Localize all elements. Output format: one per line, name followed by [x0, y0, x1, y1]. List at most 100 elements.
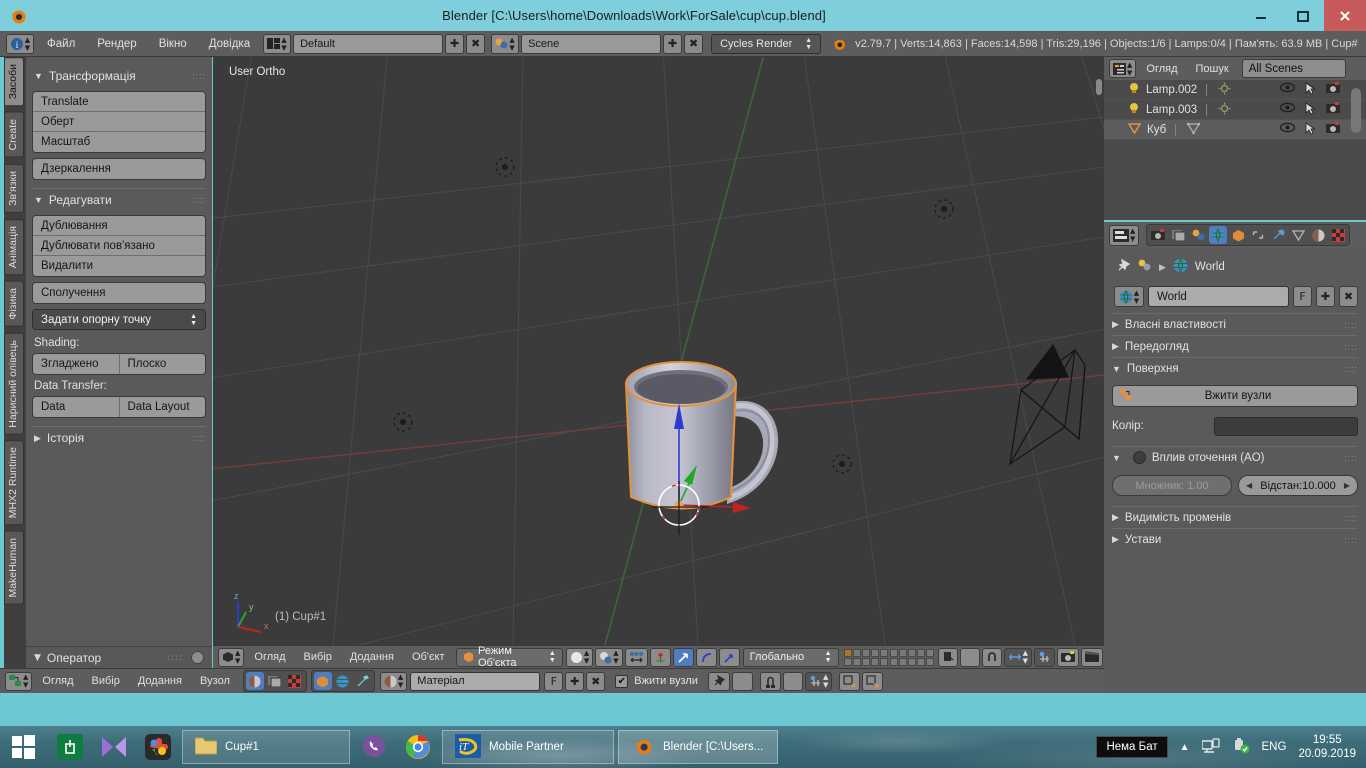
taskbar-item-cup[interactable]: Cup#1	[182, 730, 350, 764]
delete-layout-button[interactable]: ✖	[466, 33, 486, 54]
proportional-edit-icon[interactable]	[959, 647, 980, 667]
unlink-material-button[interactable]: ✖	[586, 671, 606, 691]
ao-enable-checkbox[interactable]	[1132, 451, 1146, 464]
language-indicator[interactable]: ENG	[1262, 741, 1287, 753]
visibility-eye-icon[interactable]	[1279, 122, 1296, 138]
puzzle-app-icon[interactable]	[136, 726, 180, 768]
menu-help[interactable]: Довідка	[198, 34, 261, 54]
world-name-field[interactable]: World	[1148, 286, 1289, 307]
scene-icon[interactable]	[1138, 259, 1152, 275]
scene-properties-tab-icon[interactable]	[1189, 226, 1207, 244]
unlink-world-button[interactable]: ✖	[1339, 286, 1358, 307]
fake-user-button[interactable]: F	[1293, 286, 1312, 307]
object-properties-tab-icon[interactable]	[1229, 226, 1247, 244]
use-nodes-button[interactable]: Вжити вузли	[1112, 385, 1358, 407]
editor-type-properties-icon[interactable]: ▲ ▼	[1109, 224, 1140, 246]
transform-orientation-select[interactable]: Глобально ▲ ▼	[742, 647, 839, 667]
chevron-left-icon[interactable]: ◀	[1246, 481, 1252, 490]
ambient-occlusion-section-header[interactable]: ▼ Вплив оточення (AO) ::::	[1112, 446, 1358, 468]
chevron-right-icon[interactable]: ▶	[1344, 481, 1350, 490]
node-view-menu[interactable]: Огляд	[33, 675, 82, 687]
object-menu[interactable]: Об'єкт	[403, 651, 454, 663]
outliner-view-menu[interactable]: Огляд	[1137, 63, 1186, 75]
data-layout-button[interactable]: Data Layout	[119, 397, 205, 417]
screen-layout-field[interactable]: Default	[293, 33, 444, 54]
tool-tab-grease-pencil[interactable]: Нарисний олівець	[4, 332, 24, 435]
lock-view-icon[interactable]	[937, 647, 958, 667]
use-nodes-checkbox-row[interactable]: ✔ Вжити вузли	[615, 674, 698, 688]
ao-distance-field[interactable]: ◀ Відстан:10.000 ▶	[1238, 475, 1358, 496]
tool-tab-relations[interactable]: Зв'язки	[4, 163, 24, 213]
3d-viewport[interactable]: z y x User Ortho (1) Cup#1	[213, 57, 1104, 645]
material-name-field[interactable]: Матеріал	[410, 671, 541, 691]
tool-tab-makehuman[interactable]: MakeHuman	[4, 531, 24, 606]
selectability-cursor-icon[interactable]	[1305, 121, 1316, 138]
visibility-eye-icon[interactable]	[1279, 82, 1296, 98]
renderability-camera-icon[interactable]	[1326, 81, 1340, 98]
editor-type-3dview-icon[interactable]: ▲ ▼	[218, 647, 245, 667]
chrome-icon[interactable]	[396, 726, 440, 768]
select-menu[interactable]: Вибір	[295, 651, 341, 663]
add-menu[interactable]: Додання	[341, 651, 403, 663]
render-properties-tab-icon[interactable]	[1149, 226, 1167, 244]
ray-visibility-section-header[interactable]: ▶ Видимість променів ::::	[1112, 506, 1358, 528]
menu-window[interactable]: Вікно	[148, 34, 198, 54]
rotate-button[interactable]: Оберт	[33, 112, 205, 132]
snap-node-icon[interactable]	[759, 671, 781, 691]
pin-node-tree-icon[interactable]	[707, 671, 730, 691]
selectability-cursor-icon[interactable]	[1305, 81, 1316, 98]
outliner-list[interactable]: ⊕ Lamp.002 | ⊕	[1104, 80, 1366, 220]
set-origin-select[interactable]: Задати опорну точку ▲ ▼	[32, 309, 206, 330]
modifiers-tab-icon[interactable]	[1269, 226, 1287, 244]
data-button[interactable]: Data	[33, 397, 120, 417]
layer-block-2[interactable]	[889, 648, 934, 666]
visibility-eye-icon[interactable]	[1279, 102, 1296, 118]
custom-properties-section-header[interactable]: ▶ Власні властивості ::::	[1112, 313, 1358, 335]
node-select-menu[interactable]: Вибір	[83, 675, 129, 687]
compositing-nodes-tab-icon[interactable]	[266, 672, 284, 690]
ao-factor-field[interactable]: Множник: 1.00	[1112, 475, 1232, 496]
tool-tab-physics[interactable]: Фізика	[4, 280, 24, 327]
interaction-mode-select[interactable]: Режим Об'єкта ▲ ▼	[455, 645, 563, 669]
surface-section-header[interactable]: ▼ Поверхня ::::	[1112, 357, 1358, 379]
editor-type-info-icon[interactable]: i ▲ ▼	[6, 33, 34, 54]
taskbar-item-mobile-partner[interactable]: iT Mobile Partner	[442, 730, 614, 764]
material-fake-user-button[interactable]: F	[544, 671, 564, 691]
show-hidden-icons-arrow[interactable]: ▲	[1180, 742, 1190, 753]
texture-tab-icon[interactable]	[1329, 226, 1347, 244]
join-button[interactable]: Сполучення	[33, 283, 205, 303]
line-style-shader-type-icon[interactable]	[354, 672, 372, 690]
renderability-camera-icon[interactable]	[1326, 101, 1340, 118]
duplicate-button[interactable]: Дублювання	[33, 216, 205, 236]
world-properties-tab-icon[interactable]	[1209, 226, 1228, 244]
new-material-button[interactable]: ✚	[565, 671, 585, 691]
pivot-point-icon[interactable]: ▲ ▼	[595, 647, 623, 667]
shader-nodes-tab-icon[interactable]	[245, 672, 264, 690]
start-button[interactable]	[0, 726, 48, 768]
delete-button[interactable]: Видалити	[33, 256, 205, 276]
transform-panel-header[interactable]: ▼ Трансформація ::::	[34, 69, 206, 83]
snap-element-icon[interactable]	[1034, 647, 1055, 667]
snap-target-icon[interactable]: ▲ ▼	[1003, 647, 1032, 667]
viber-icon[interactable]	[352, 726, 396, 768]
store-icon[interactable]	[48, 726, 92, 768]
screen-layout-icon[interactable]: ▲ ▼	[263, 33, 292, 54]
renderability-camera-icon[interactable]	[1326, 121, 1340, 138]
material-tab-icon[interactable]	[1309, 226, 1327, 244]
media-player-icon[interactable]	[92, 726, 136, 768]
texture-nodes-tab-icon[interactable]	[286, 672, 304, 690]
world-shader-type-icon[interactable]	[334, 672, 352, 690]
node-add-menu[interactable]: Додання	[129, 675, 191, 687]
snap-magnet-icon[interactable]	[981, 647, 1002, 667]
tool-tab-mhx2-runtime[interactable]: MHX2 Runtime	[4, 440, 24, 526]
checkbox-checked-icon[interactable]: ✔	[615, 674, 629, 688]
copy-node-icon[interactable]	[839, 671, 861, 691]
render-image-icon[interactable]	[1057, 647, 1079, 667]
editor-type-node-icon[interactable]: ▲ ▼	[5, 671, 33, 691]
mirror-button[interactable]: Дзеркалення	[33, 159, 205, 179]
safely-remove-hardware-icon[interactable]	[1232, 737, 1250, 757]
go-to-parent-node-tree-icon[interactable]	[731, 671, 753, 691]
shade-flat-button[interactable]: Плоско	[119, 354, 205, 374]
preview-section-header[interactable]: ▶ Передогляд ::::	[1112, 335, 1358, 357]
add-scene-button[interactable]: ✚	[663, 33, 683, 54]
